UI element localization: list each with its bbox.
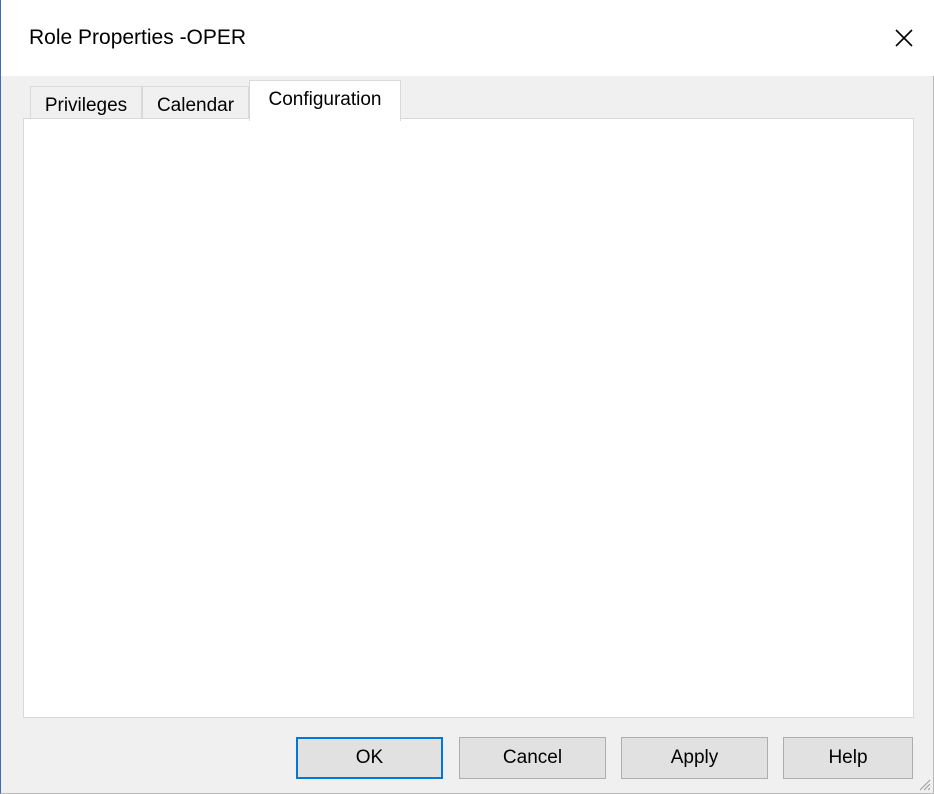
configuration-panel [23,118,914,718]
dialog-title: Role Properties -OPER [29,26,247,49]
help-button-label: Help [828,747,868,768]
apply-button[interactable]: Apply [621,737,768,779]
role-properties-dialog: Role Properties -OPER Privileges Calenda… [0,0,934,794]
resize-grip-icon[interactable] [915,775,931,791]
tab-configuration[interactable]: Configuration [249,80,401,121]
tab-configuration-label: Configuration [268,89,382,110]
ok-button[interactable]: OK [296,737,443,779]
close-icon [895,29,913,47]
tab-privileges[interactable]: Privileges [30,86,142,120]
tab-privileges-label: Privileges [44,95,128,116]
tab-calendar-label: Calendar [156,95,235,116]
close-button[interactable] [884,18,924,58]
cancel-button[interactable]: Cancel [459,737,606,779]
cancel-button-label: Cancel [502,747,563,768]
apply-button-label: Apply [670,747,719,768]
tab-calendar[interactable]: Calendar [142,86,249,120]
title-bar[interactable]: Role Properties -OPER [1,0,934,76]
ok-button-label: OK [355,747,384,768]
help-button[interactable]: Help [783,737,913,779]
